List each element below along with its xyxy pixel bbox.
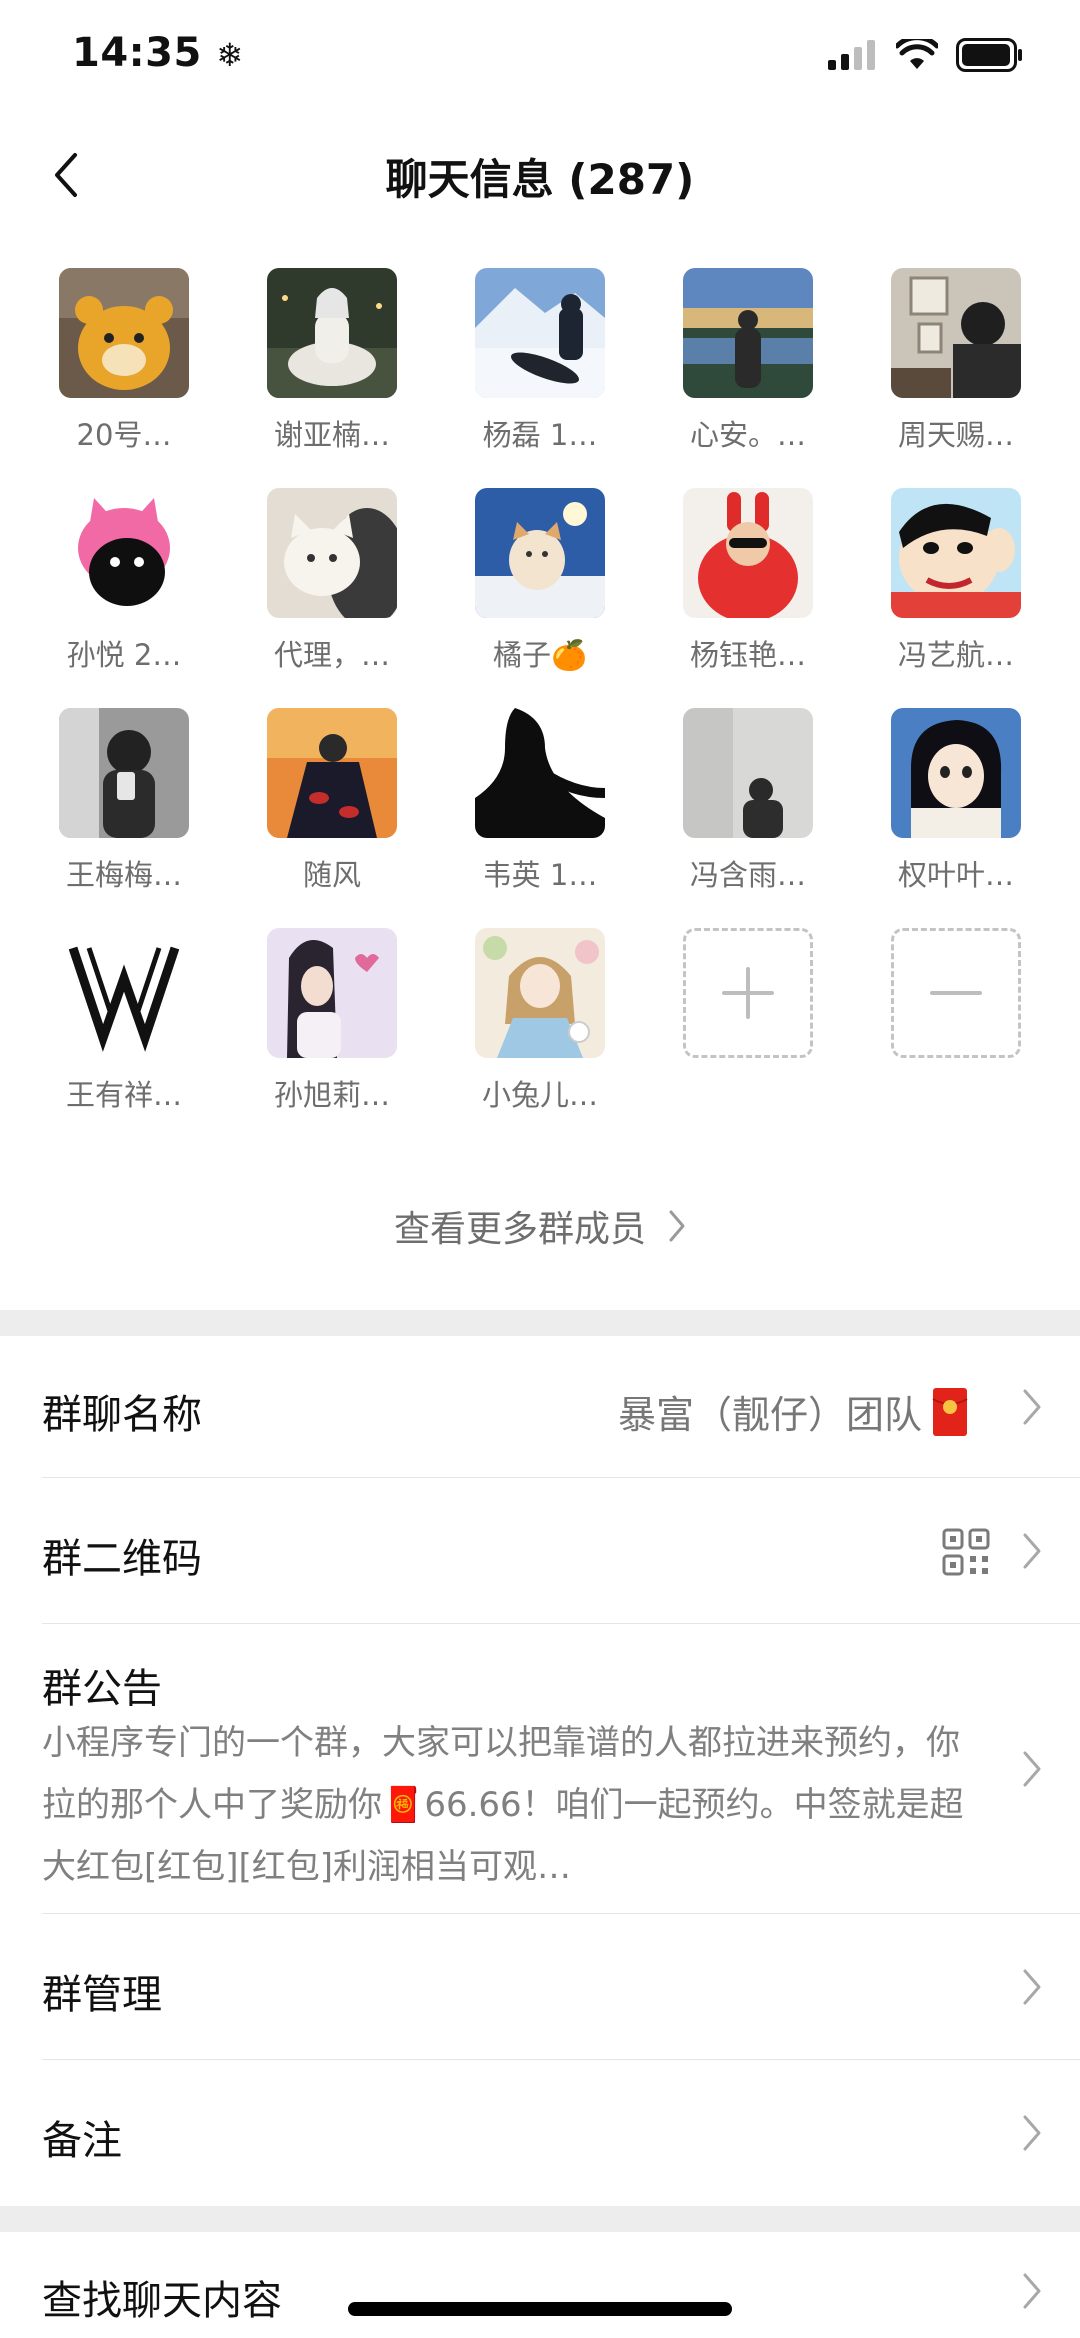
avatar bbox=[891, 268, 1021, 398]
status-icons bbox=[828, 38, 1024, 72]
member-name: 孙旭莉… bbox=[273, 1078, 390, 1112]
add-member-button[interactable] bbox=[644, 928, 852, 1114]
member-item[interactable]: 王梅梅… bbox=[20, 708, 228, 894]
member-name: 杨钰艳… bbox=[689, 638, 806, 672]
member-name: 冯含雨… bbox=[689, 858, 806, 892]
member-item[interactable]: 韦英 1… bbox=[436, 708, 644, 894]
cellular-signal-icon bbox=[828, 40, 875, 70]
member-name: 王有祥… bbox=[65, 1078, 182, 1112]
status-bar: 14:35 ❄ bbox=[0, 0, 1080, 120]
chevron-right-icon bbox=[1023, 1969, 1041, 2005]
avatar bbox=[683, 488, 813, 618]
group-name-row[interactable]: 群聊名称 暴富（靓仔）团队 bbox=[42, 1336, 1080, 1478]
avatar bbox=[475, 488, 605, 618]
member-name: 孙悦 2… bbox=[66, 638, 182, 672]
avatar bbox=[475, 268, 605, 398]
view-more-members-label: 查看更多群成员 bbox=[393, 1209, 646, 1250]
member-name: 周天赐… bbox=[897, 418, 1014, 452]
member-item[interactable]: 王有祥… bbox=[20, 928, 228, 1114]
member-item[interactable]: 随风 bbox=[228, 708, 436, 894]
qr-code-icon bbox=[942, 1528, 990, 1576]
avatar bbox=[683, 708, 813, 838]
search-chat-label: 查找聊天内容 bbox=[42, 2278, 282, 2324]
avatar bbox=[59, 268, 189, 398]
group-manage-row[interactable]: 群管理 bbox=[42, 1914, 1080, 2060]
member-item[interactable]: 小兔儿… bbox=[436, 928, 644, 1114]
page-title: 聊天信息 (287) bbox=[385, 155, 695, 204]
avatar bbox=[475, 708, 605, 838]
avatar bbox=[683, 268, 813, 398]
member-item[interactable]: 代理，… bbox=[228, 488, 436, 674]
member-name: 权叶叶… bbox=[897, 858, 1014, 892]
battery-icon bbox=[956, 38, 1022, 72]
chevron-right-icon bbox=[1023, 2273, 1041, 2309]
member-item[interactable]: 橘子🍊 bbox=[436, 488, 644, 674]
group-notice-row[interactable]: 群公告 小程序专门的一个群，大家可以把靠谱的人都拉进来预约，你拉的那个人中了奖励… bbox=[42, 1624, 1080, 1914]
section-divider bbox=[0, 1310, 1080, 1336]
avatar bbox=[59, 488, 189, 618]
remark-label: 备注 bbox=[42, 2118, 122, 2164]
group-name-label: 群聊名称 bbox=[42, 1392, 202, 1438]
remove-member-button[interactable] bbox=[852, 928, 1060, 1114]
avatar bbox=[891, 488, 1021, 618]
member-item[interactable]: 杨磊 1… bbox=[436, 268, 644, 454]
member-name: 代理，… bbox=[273, 638, 390, 672]
search-chat-row[interactable]: 查找聊天内容 bbox=[42, 2232, 1080, 2338]
avatar bbox=[59, 708, 189, 838]
member-name: 20号… bbox=[76, 418, 172, 452]
avatar bbox=[475, 928, 605, 1058]
group-name-value: 暴富（靓仔）团队 bbox=[618, 1384, 968, 1439]
group-manage-label: 群管理 bbox=[42, 1972, 162, 2018]
member-name: 心安。… bbox=[689, 418, 806, 452]
member-name: 王梅梅… bbox=[65, 858, 182, 892]
nav-bar: 聊天信息 (287) bbox=[0, 120, 1080, 230]
avatar bbox=[267, 928, 397, 1058]
minus-icon bbox=[930, 991, 982, 995]
chevron-right-icon bbox=[1023, 1751, 1041, 1787]
member-name: 韦英 1… bbox=[482, 858, 598, 892]
group-qr-label: 群二维码 bbox=[42, 1536, 202, 1582]
snowflake-icon: ❄ bbox=[216, 36, 244, 74]
member-item[interactable]: 孙旭莉… bbox=[228, 928, 436, 1114]
plus-icon bbox=[722, 967, 774, 1019]
member-grid: 20号… 谢亚楠… 杨磊 1… 心安。… 周天赐… 孙悦 2… 代理，… 橘子🍊… bbox=[0, 268, 1080, 1114]
chevron-right-icon bbox=[1023, 1389, 1041, 1425]
remark-row[interactable]: 备注 bbox=[42, 2060, 1080, 2206]
red-envelope-icon bbox=[932, 1387, 968, 1436]
avatar bbox=[267, 268, 397, 398]
avatar bbox=[59, 928, 189, 1058]
member-item[interactable]: 杨钰艳… bbox=[644, 488, 852, 674]
status-time: 14:35 ❄ bbox=[72, 30, 244, 76]
group-notice-text: 小程序专门的一个群，大家可以把靠谱的人都拉进来预约，你拉的那个人中了奖励你🧧66… bbox=[42, 1723, 964, 1887]
member-item[interactable]: 谢亚楠… bbox=[228, 268, 436, 454]
chevron-right-icon bbox=[669, 1210, 685, 1242]
member-name: 橘子🍊 bbox=[492, 638, 588, 672]
member-name: 随风 bbox=[302, 858, 361, 892]
avatar bbox=[267, 708, 397, 838]
view-more-members-link[interactable]: 查看更多群成员 bbox=[0, 1200, 1080, 1252]
home-indicator[interactable] bbox=[348, 2302, 732, 2316]
member-item[interactable]: 心安。… bbox=[644, 268, 852, 454]
member-name: 谢亚楠… bbox=[273, 418, 390, 452]
avatar bbox=[267, 488, 397, 618]
avatar bbox=[891, 708, 1021, 838]
group-qr-row[interactable]: 群二维码 bbox=[42, 1478, 1080, 1624]
chevron-right-icon bbox=[1023, 2115, 1041, 2151]
member-grid-section: 20号… 谢亚楠… 杨磊 1… 心安。… 周天赐… 孙悦 2… 代理，… 橘子🍊… bbox=[0, 268, 1080, 1114]
member-item[interactable]: 冯艺航… bbox=[852, 488, 1060, 674]
member-name: 冯艺航… bbox=[897, 638, 1014, 672]
member-item[interactable]: 权叶叶… bbox=[852, 708, 1060, 894]
member-item[interactable]: 冯含雨… bbox=[644, 708, 852, 894]
remove-member-box[interactable] bbox=[891, 928, 1021, 1058]
wifi-icon bbox=[896, 39, 938, 69]
member-item[interactable]: 周天赐… bbox=[852, 268, 1060, 454]
member-name: 小兔儿… bbox=[481, 1078, 598, 1112]
member-item[interactable]: 孙悦 2… bbox=[20, 488, 228, 674]
add-member-box[interactable] bbox=[683, 928, 813, 1058]
group-notice-label: 群公告 bbox=[42, 1666, 162, 1712]
member-item[interactable]: 20号… bbox=[20, 268, 228, 454]
member-name: 杨磊 1… bbox=[482, 418, 598, 452]
chevron-right-icon bbox=[1023, 1533, 1041, 1569]
section-divider bbox=[0, 2206, 1080, 2232]
